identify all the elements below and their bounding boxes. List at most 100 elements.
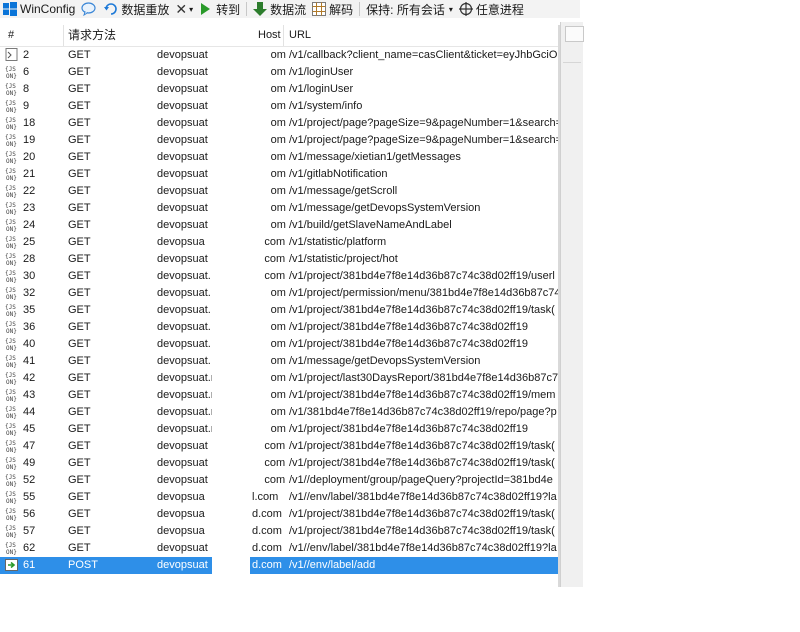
session-row[interactable]: {JS ON} 8 GET devopsuat om/v1/loginUser [0, 81, 559, 98]
session-url: /v1/project/381bd4e7f8e14d36b87c74c38d02… [289, 423, 528, 435]
svg-text:ON}: ON} [6, 73, 17, 79]
session-row[interactable]: {JS ON} 45 GET devopsuat.m om/v1/project/381b… [0, 421, 559, 438]
keep-sessions-dropdown[interactable]: 保持: 所有会话 ▾ [363, 0, 456, 18]
host-gap [212, 285, 252, 302]
svg-text:ON}: ON} [6, 226, 17, 232]
svg-text:ON}: ON} [6, 124, 17, 130]
session-number: 6 [23, 66, 30, 78]
svg-text:{JS: {JS [5, 355, 16, 362]
chevron-down-icon: ▾ [189, 4, 194, 14]
decode-grid-icon [312, 2, 327, 16]
column-header-url[interactable]: URL [289, 25, 311, 46]
winconfig-button[interactable]: WinConfig [0, 0, 78, 18]
json-icon: {JS ON} [5, 82, 19, 97]
svg-text:ON}: ON} [6, 158, 17, 164]
session-method: GET [68, 117, 91, 129]
svg-text:{JS: {JS [5, 542, 16, 549]
session-number: 19 [23, 134, 36, 146]
column-divider[interactable] [283, 25, 284, 46]
session-method: GET [68, 202, 91, 214]
session-row[interactable]: {JS ON} 40 GET devopsuat. om/v1/project/381bd… [0, 336, 559, 353]
decode-button[interactable]: 解码 [309, 0, 356, 18]
svg-text:ON}: ON} [6, 328, 17, 334]
session-row[interactable]: 61 POST devopsuat d.com/v1//env/label/add [0, 557, 559, 574]
session-row[interactable]: {JS ON} 25 GET devopsua com/v1/statistic/plat… [0, 234, 559, 251]
session-row[interactable]: {JS ON} 24 GET devopsuat om/v1/build/getSlave… [0, 217, 559, 234]
toolbar-divider [246, 2, 248, 16]
session-row[interactable]: {JS ON} 57 GET devopsua d.com/v1/project/381b… [0, 523, 559, 540]
inspector-tab[interactable] [565, 26, 584, 42]
svg-text:ON}: ON} [6, 362, 17, 368]
svg-text:{JS: {JS [5, 219, 16, 226]
json-icon: {JS ON} [5, 507, 19, 522]
session-row[interactable]: {JS ON} 35 GET devopsuat. om/v1/project/381bd… [0, 302, 559, 319]
svg-text:{JS: {JS [5, 508, 16, 515]
host-gap [212, 387, 252, 404]
session-row[interactable]: {JS ON} 52 GET devopsuat com/v1//deployment/g… [0, 472, 559, 489]
json-icon: {JS ON} [5, 184, 19, 199]
session-row[interactable]: {JS ON} 49 GET devopsuat com/v1/project/381bd… [0, 455, 559, 472]
session-row[interactable]: {JS ON} 62 GET devopsuat d.com/v1//env/label/… [0, 540, 559, 557]
column-header-host[interactable]: Host [258, 25, 281, 46]
session-number: 24 [23, 219, 36, 231]
session-row[interactable]: {JS ON} 55 GET devopsua l.com/v1//env/label/3… [0, 489, 559, 506]
session-number: 55 [23, 491, 36, 503]
remove-button[interactable]: ✕ ▾ [172, 0, 196, 18]
session-number: 56 [23, 508, 36, 520]
session-row[interactable]: {JS ON} 21 GET devopsuat om/v1/gitlabNotifica… [0, 166, 559, 183]
session-list[interactable]: # 请求方法 Host URL 2 GET devopsuat om/v1/callb… [0, 25, 559, 587]
session-row[interactable]: {JS ON} 30 GET devopsuat. com/v1/project/381b… [0, 268, 559, 285]
session-row[interactable]: {JS ON} 44 GET devopsuat.m om/v1/381bd4e7f8e1… [0, 404, 559, 421]
replay-button[interactable]: 数据重放 [101, 0, 172, 18]
session-row[interactable]: {JS ON} 56 GET devopsua d.com/v1/project/381b… [0, 506, 559, 523]
session-row[interactable]: {JS ON} 32 GET devopsuat. om/v1/project/permi… [0, 285, 559, 302]
host-gap [212, 47, 252, 64]
session-row[interactable]: {JS ON} 18 GET devopsuat om/v1/project/page?p… [0, 115, 559, 132]
session-row[interactable]: {JS ON} 9 GET devopsuat om/v1/system/info [0, 98, 559, 115]
svg-text:{JS: {JS [5, 491, 16, 498]
column-header-number[interactable]: # [8, 25, 14, 46]
session-row[interactable]: {JS ON} 28 GET devopsuat com/v1/statistic/pro… [0, 251, 559, 268]
session-method: GET [68, 474, 91, 486]
svg-text:{JS: {JS [5, 372, 16, 379]
session-row[interactable]: 2 GET devopsuat om/v1/callback?client_name=… [0, 47, 559, 64]
column-header-method[interactable]: 请求方法 [68, 25, 116, 46]
session-row[interactable]: {JS ON} 43 GET devopsuat.m om/v1/project/381b… [0, 387, 559, 404]
host-gap [212, 166, 252, 183]
session-url: /v1/message/xietian1/getMessages [289, 151, 461, 163]
replay-icon [104, 2, 118, 16]
any-process-button[interactable]: 任意进程 [456, 0, 527, 18]
speech-bubble-icon [81, 2, 96, 17]
session-row[interactable]: {JS ON} 47 GET devopsuat com/v1/project/381bd… [0, 438, 559, 455]
svg-text:{JS: {JS [5, 168, 16, 175]
session-row[interactable]: {JS ON} 19 GET devopsuat om/v1/project/page?p… [0, 132, 559, 149]
session-row[interactable]: {JS ON} 23 GET devopsuat om/v1/message/getDev… [0, 200, 559, 217]
session-row[interactable]: {JS ON} 6 GET devopsuat om/v1/loginUser [0, 64, 559, 81]
svg-text:ON}: ON} [6, 447, 17, 453]
session-url: /v1/project/381bd4e7f8e14d36b87c74c38d02… [289, 508, 555, 520]
column-divider[interactable] [63, 25, 64, 46]
goto-button[interactable]: 转到 [196, 0, 243, 18]
session-number: 21 [23, 168, 36, 180]
close-icon: ✕ [175, 0, 188, 17]
session-row[interactable]: {JS ON} 22 GET devopsuat om/v1/message/getScr… [0, 183, 559, 200]
host-gap [212, 217, 252, 234]
windows-logo-icon [3, 2, 17, 16]
comment-button[interactable] [78, 0, 101, 18]
json-icon: {JS ON} [5, 490, 19, 505]
session-number: 44 [23, 406, 36, 418]
session-row[interactable]: {JS ON} 41 GET devopsuat. om/v1/message/getDe… [0, 353, 559, 370]
json-icon: {JS ON} [5, 116, 19, 131]
session-row[interactable]: {JS ON} 20 GET devopsuat om/v1/message/xietia… [0, 149, 559, 166]
session-row[interactable]: {JS ON} 36 GET devopsuat. om/v1/project/381bd… [0, 319, 559, 336]
host-gap [212, 438, 252, 455]
svg-text:ON}: ON} [6, 141, 17, 147]
session-url: /v1/project/381bd4e7f8e14d36b87c74c38d02… [289, 525, 555, 537]
stream-button[interactable]: 数据流 [250, 0, 309, 18]
json-icon: {JS ON} [5, 388, 19, 403]
session-host-suffix: d.com [252, 542, 282, 554]
session-method: GET [68, 406, 91, 418]
session-row[interactable]: {JS ON} 42 GET devopsuat.m om/v1/project/last… [0, 370, 559, 387]
json-icon: {JS ON} [5, 422, 19, 437]
host-gap [212, 370, 252, 387]
